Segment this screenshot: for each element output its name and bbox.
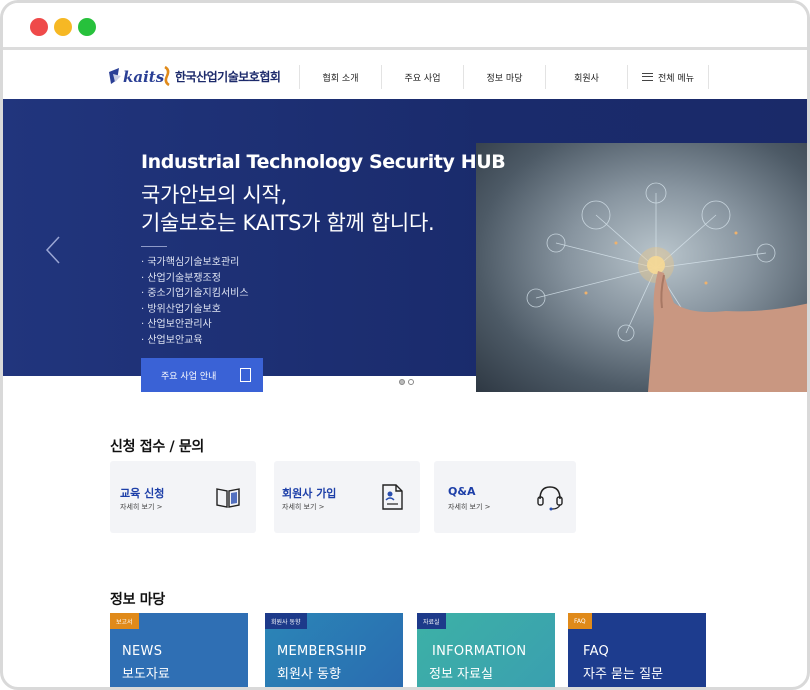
tile-title-en: NEWS	[122, 644, 163, 659]
nav-business[interactable]: 주요 사업	[381, 65, 463, 89]
document-icon	[382, 484, 403, 510]
tile-title-ko: 정보 자료실	[429, 667, 493, 682]
hero-subtitle-line1: 국가안보의 시작,	[141, 183, 287, 207]
information-tile[interactable]: 자료실 INFORMATION 정보 자료실	[417, 613, 555, 687]
chevron-left-icon[interactable]	[43, 235, 63, 265]
tile-tag: 자료실	[417, 613, 446, 629]
hero-title: Industrial Technology Security HUB	[141, 151, 506, 173]
list-item: 산업보안교육	[141, 333, 249, 349]
close-window-button[interactable]	[30, 18, 48, 36]
list-item: 방위산업기술보호	[141, 302, 249, 318]
education-apply-card[interactable]: 교육 신청 자세히 보기 >	[110, 461, 256, 533]
card-more-link[interactable]: 자세히 보기 >	[282, 502, 325, 512]
card-title: Q&A	[448, 485, 476, 498]
document-icon	[240, 368, 251, 382]
pager-dot-1[interactable]	[399, 379, 405, 385]
hero-image	[476, 143, 807, 392]
info-section-title: 정보 마당	[110, 592, 165, 608]
member-join-card[interactable]: 회원사 가입 자세히 보기 >	[274, 461, 420, 533]
hero-subtitle-line2: 기술보호는 KAITS가 함께 합니다.	[141, 211, 435, 235]
nav-members[interactable]: 회원사	[545, 65, 627, 89]
main-nav: 협회 소개 주요 사업 정보 마당 회원사 전체 메뉴	[299, 65, 709, 89]
list-item: 국가핵심기술보호관리	[141, 255, 249, 271]
business-guide-label: 주요 사업 안내	[161, 371, 217, 382]
kaits-logo-icon: kaits	[107, 64, 173, 88]
membership-tile[interactable]: 회원사 동향 MEMBERSHIP 회원사 동향	[265, 613, 403, 687]
card-more-link[interactable]: 자세히 보기 >	[448, 502, 491, 512]
business-guide-button[interactable]: 주요 사업 안내	[141, 358, 263, 392]
minimize-window-button[interactable]	[54, 18, 72, 36]
browser-window: kaits 한국산업기술보호협회 협회 소개 주요 사업 정보 마당 회원사 전…	[0, 0, 810, 690]
apply-section-title: 신청 접수 / 문의	[110, 439, 205, 455]
logo-text: 한국산업기술보호협회	[175, 69, 281, 84]
tile-title-ko: 자주 묻는 질문	[583, 667, 664, 682]
news-tile[interactable]: 보고서 NEWS 보도자료	[110, 613, 248, 687]
tile-title-en: INFORMATION	[432, 644, 527, 659]
tile-tag: FAQ	[568, 613, 592, 629]
hero-divider	[141, 246, 167, 247]
card-title: 교육 신청	[120, 487, 165, 500]
tile-title-ko: 보도자료	[122, 667, 170, 682]
card-more-link[interactable]: 자세히 보기 >	[120, 502, 163, 512]
nav-info[interactable]: 정보 마당	[463, 65, 545, 89]
all-menu-label: 전체 메뉴	[658, 73, 694, 84]
svg-text:kaits: kaits	[123, 68, 165, 86]
pager-dot-2[interactable]	[408, 379, 414, 385]
tile-tag: 보고서	[110, 613, 139, 629]
site-header: kaits 한국산업기술보호협회 협회 소개 주요 사업 정보 마당 회원사 전…	[3, 53, 807, 99]
hamburger-icon	[642, 73, 653, 81]
hero-subtitle: 국가안보의 시작, 기술보호는 KAITS가 함께 합니다.	[141, 181, 435, 237]
tile-title-en: FAQ	[583, 644, 610, 659]
headset-icon	[537, 486, 563, 511]
maximize-window-button[interactable]	[78, 18, 96, 36]
list-item: 중소기업기술지킴서비스	[141, 286, 248, 302]
list-item: 산업보안관리사	[141, 317, 249, 333]
tile-tag: 회원사 동향	[265, 613, 307, 629]
nav-about[interactable]: 협회 소개	[299, 65, 381, 89]
qna-card[interactable]: Q&A 자세히 보기 >	[434, 461, 576, 533]
window-titlebar	[3, 3, 807, 50]
card-title: 회원사 가입	[282, 487, 337, 500]
tile-title-ko: 회원사 동향	[277, 667, 341, 682]
nav-all-menu[interactable]: 전체 메뉴	[627, 65, 709, 89]
book-icon	[216, 488, 240, 508]
faq-tile[interactable]: FAQ FAQ 자주 묻는 질문	[568, 613, 706, 687]
business-list: 국가핵심기술보호관리 산업기술분쟁조정 중소기업기술지킴서비스 방위산업기술보호…	[141, 255, 249, 349]
list-item: 산업기술분쟁조정	[141, 271, 249, 287]
carousel-pager	[399, 379, 414, 385]
site-logo[interactable]: kaits 한국산업기술보호협회	[107, 61, 281, 91]
tile-title-en: MEMBERSHIP	[277, 644, 367, 659]
